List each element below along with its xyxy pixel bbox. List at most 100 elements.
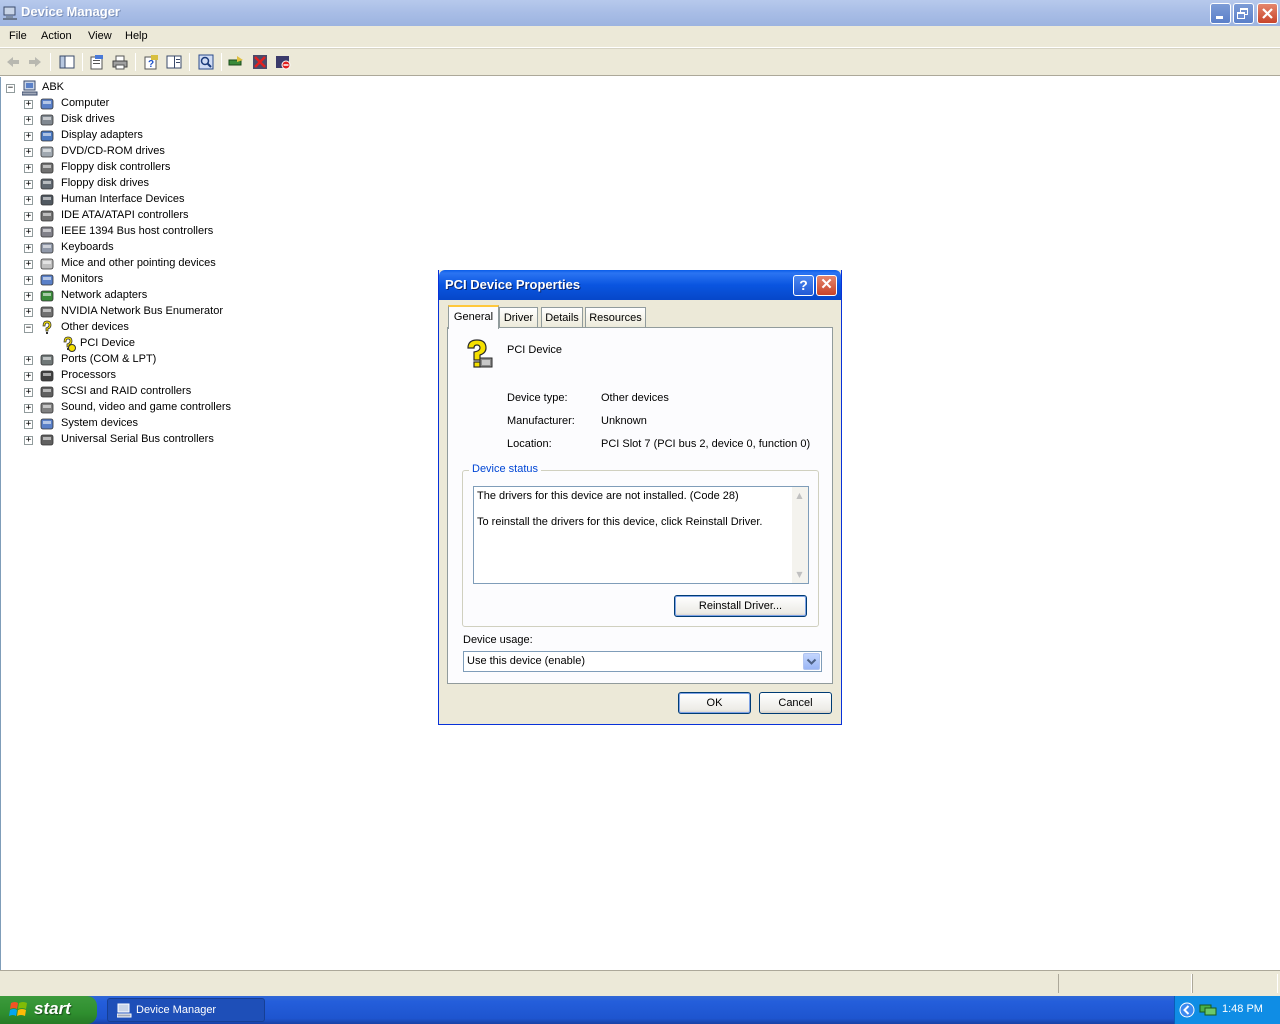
dropdown-button[interactable]	[803, 653, 820, 670]
properties-icon[interactable]	[89, 54, 105, 70]
scroll-up-icon[interactable]: ▲	[794, 490, 805, 501]
tree-category[interactable]: + Monitors	[23, 272, 283, 288]
tree-category[interactable]: + Computer	[23, 96, 283, 112]
tab-details[interactable]: Details	[541, 307, 583, 328]
expand-icon[interactable]: +	[24, 132, 33, 141]
tab-resources[interactable]: Resources	[585, 307, 646, 328]
back-icon[interactable]	[5, 54, 21, 70]
menu-file[interactable]: File	[9, 30, 27, 42]
menu-view[interactable]: View	[88, 30, 112, 42]
restore-button[interactable]	[1233, 3, 1254, 24]
minimize-button[interactable]	[1210, 3, 1231, 24]
unknown-device-icon	[467, 339, 493, 368]
tree-category[interactable]: + Mice and other pointing devices	[23, 256, 283, 272]
expand-icon[interactable]: +	[24, 196, 33, 205]
tree-category[interactable]: + System devices	[23, 416, 283, 432]
close-button[interactable]	[1257, 3, 1278, 24]
tray-expand-icon[interactable]	[1179, 1002, 1195, 1018]
taskbar-device-manager[interactable]: Device Manager	[107, 998, 265, 1022]
show-hide-tree-icon[interactable]	[59, 54, 75, 70]
location-value: PCI Slot 7 (PCI bus 2, device 0, functio…	[601, 438, 811, 450]
tree-item-label: Keyboards	[61, 241, 114, 253]
tree-category[interactable]: + Display adapters	[23, 128, 283, 144]
tree-child-item[interactable]: PCI Device	[43, 336, 303, 352]
tree-category[interactable]: + NVIDIA Network Bus Enumerator	[23, 304, 283, 320]
clock: 1:48 PM	[1222, 1003, 1263, 1015]
expand-icon[interactable]: +	[24, 164, 33, 173]
ok-button[interactable]: OK	[678, 692, 751, 714]
system-device-icon	[40, 418, 54, 430]
uninstall-icon[interactable]	[252, 54, 268, 70]
start-button[interactable]: start	[0, 996, 97, 1024]
tree-category[interactable]: + IDE ATA/ATAPI controllers	[23, 208, 283, 224]
expand-icon[interactable]: +	[24, 276, 33, 285]
tree-category[interactable]: + Universal Serial Bus controllers	[23, 432, 283, 448]
minimize-icon	[1216, 16, 1223, 19]
tree-category[interactable]: + DVD/CD-ROM drives	[23, 144, 283, 160]
collapse-icon[interactable]: −	[24, 324, 33, 333]
status-scrollbar[interactable]: ▲ ▼	[792, 487, 808, 583]
cancel-button[interactable]: Cancel	[759, 692, 832, 714]
network-tray-icon[interactable]	[1199, 1003, 1217, 1017]
collapse-icon[interactable]: −	[6, 84, 15, 93]
expand-icon[interactable]: +	[24, 116, 33, 125]
print-icon[interactable]	[112, 54, 128, 70]
menu-help[interactable]: Help	[125, 30, 148, 42]
main-title-bar[interactable]: Device Manager	[0, 0, 1280, 26]
reinstall-driver-button[interactable]: Reinstall Driver...	[674, 595, 807, 617]
scroll-down-icon[interactable]: ▼	[794, 569, 805, 580]
tree-item-label: Processors	[61, 369, 117, 381]
expand-icon[interactable]: +	[24, 260, 33, 269]
tree-category[interactable]: + Processors	[23, 368, 283, 384]
expand-icon[interactable]: +	[24, 404, 33, 413]
expand-icon[interactable]: +	[24, 148, 33, 157]
dialog-title-bar[interactable]: PCI Device Properties ? ✕	[439, 270, 841, 300]
tree-category[interactable]: + Human Interface Devices	[23, 192, 283, 208]
help-icon[interactable]: ?	[143, 54, 159, 70]
forward-icon[interactable]	[27, 54, 43, 70]
tree-category[interactable]: + Network adapters	[23, 288, 283, 304]
dialog-close-button[interactable]: ✕	[816, 275, 837, 296]
tree-category[interactable]: + Floppy disk controllers	[23, 160, 283, 176]
tree-category[interactable]: + Disk drives	[23, 112, 283, 128]
taskbar: start Device Manager 1:48 PM	[0, 996, 1280, 1024]
expand-icon[interactable]: +	[24, 100, 33, 109]
device-usage-select[interactable]: Use this device (enable)	[463, 651, 822, 672]
expand-icon[interactable]: +	[24, 308, 33, 317]
general-tab-panel: PCI Device Device type: Other devices Ma…	[447, 327, 833, 684]
device-status-text[interactable]: The drivers for this device are not inst…	[473, 486, 809, 584]
expand-icon[interactable]: +	[24, 436, 33, 445]
tree-category[interactable]: + Ports (COM & LPT)	[23, 352, 283, 368]
tree-category[interactable]: + Sound, video and game controllers	[23, 400, 283, 416]
manufacturer-value: Unknown	[601, 415, 647, 427]
tree-item-label: Floppy disk controllers	[61, 161, 171, 173]
expand-icon[interactable]: +	[24, 420, 33, 429]
tree-category[interactable]: + Keyboards	[23, 240, 283, 256]
expand-icon[interactable]: +	[24, 244, 33, 253]
keyboard-icon	[40, 242, 54, 254]
expand-icon[interactable]: +	[24, 228, 33, 237]
tree-item-label: IEEE 1394 Bus host controllers	[61, 225, 214, 237]
tree-category[interactable]: + SCSI and RAID controllers	[23, 384, 283, 400]
expand-icon[interactable]: +	[24, 388, 33, 397]
tab-general[interactable]: General	[448, 305, 499, 329]
expand-icon[interactable]: +	[24, 180, 33, 189]
view-icon[interactable]	[166, 54, 182, 70]
tree-category[interactable]: + Floppy disk drives	[23, 176, 283, 192]
expand-icon[interactable]: +	[24, 292, 33, 301]
ide-icon	[40, 210, 54, 222]
expand-icon[interactable]: +	[24, 372, 33, 381]
help-button[interactable]: ?	[793, 275, 814, 296]
scan-hardware-icon[interactable]	[198, 54, 214, 70]
expand-icon[interactable]: +	[24, 212, 33, 221]
tree-category[interactable]: + IEEE 1394 Bus host controllers	[23, 224, 283, 240]
update-driver-icon[interactable]	[228, 54, 244, 70]
disable-icon[interactable]	[275, 54, 291, 70]
tree-root[interactable]: − ABK	[5, 80, 105, 96]
floppy-icon	[40, 178, 54, 190]
expand-icon[interactable]: +	[24, 356, 33, 365]
tab-driver[interactable]: Driver	[499, 307, 538, 328]
device-type-value: Other devices	[601, 392, 669, 404]
tree-category[interactable]: − Other devices	[23, 320, 283, 336]
menu-action[interactable]: Action	[41, 30, 72, 42]
